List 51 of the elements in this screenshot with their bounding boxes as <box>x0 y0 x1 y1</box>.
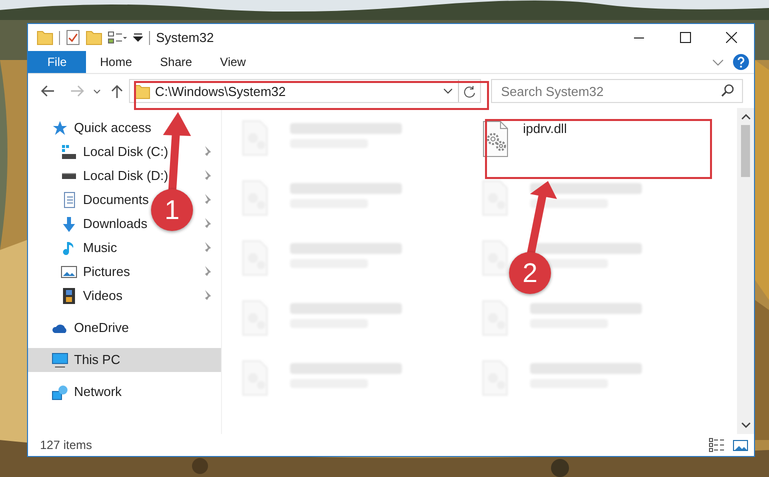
checklist-icon[interactable] <box>66 30 80 45</box>
sidebar-item[interactable]: Documents <box>61 190 149 210</box>
window-title: System32 <box>156 28 214 47</box>
file-gear-icon <box>482 121 509 157</box>
large-icons-view-icon[interactable] <box>733 440 748 450</box>
drive-icon <box>61 172 77 180</box>
scroll-up-icon[interactable] <box>740 113 750 120</box>
selected-sidebar-item[interactable]: This PC <box>28 348 221 372</box>
download-icon <box>61 216 77 232</box>
sidebar-item[interactable]: Downloads <box>61 214 148 234</box>
sidebar-item[interactable]: Videos <box>61 286 123 306</box>
star-icon <box>52 120 68 136</box>
drive-icon <box>61 145 77 159</box>
chevron-icon[interactable] <box>93 88 101 94</box>
sidebar-item[interactable]: Quick access <box>52 118 152 138</box>
music-note-icon <box>63 240 75 256</box>
search-icon[interactable] <box>721 84 734 97</box>
sidebar-item[interactable]: Pictures <box>61 262 130 282</box>
scrollbar[interactable] <box>737 108 754 434</box>
dropdown-icon[interactable] <box>133 33 143 42</box>
sidebar-item[interactable]: Music <box>61 238 117 258</box>
picture-icon <box>61 266 77 278</box>
address-bar[interactable]: C:\Windows\System32 <box>129 79 481 103</box>
item-count: 127 items <box>40 437 92 454</box>
cloud-icon <box>52 322 68 334</box>
file-tab[interactable]: File <box>28 51 86 73</box>
scroll-down-icon[interactable] <box>740 422 750 429</box>
back-icon[interactable] <box>40 85 55 97</box>
layout-icon[interactable] <box>108 31 127 44</box>
address-path: C:\Windows\System32 <box>155 84 286 98</box>
up-icon[interactable] <box>111 84 123 98</box>
file-item[interactable]: ipdrv.dll <box>482 119 567 157</box>
ribbon-tab[interactable]: Home <box>86 51 146 73</box>
network-icon <box>52 384 68 400</box>
scrollbar-thumb[interactable] <box>741 125 750 177</box>
sidebar-item[interactable]: OneDrive <box>52 318 129 338</box>
film-icon <box>62 288 76 304</box>
document-icon <box>62 192 76 208</box>
help-icon[interactable] <box>732 53 750 71</box>
sidebar-item[interactable]: Local Disk (D:) <box>61 166 168 186</box>
details-view-icon[interactable] <box>709 438 725 452</box>
refresh-icon[interactable] <box>463 84 476 98</box>
maximize-icon[interactable] <box>680 32 690 43</box>
search-field[interactable]: Search System32 <box>491 79 743 103</box>
ribbon-tab[interactable]: View <box>206 51 260 73</box>
sidebar-item[interactable]: Network <box>52 382 122 402</box>
chevron-icon[interactable] <box>443 88 453 94</box>
close-icon[interactable] <box>726 32 736 43</box>
sidebar-item[interactable]: Local Disk (C:) <box>61 142 168 162</box>
monitor-icon <box>52 352 68 368</box>
ribbon-tab[interactable]: Share <box>146 51 206 73</box>
